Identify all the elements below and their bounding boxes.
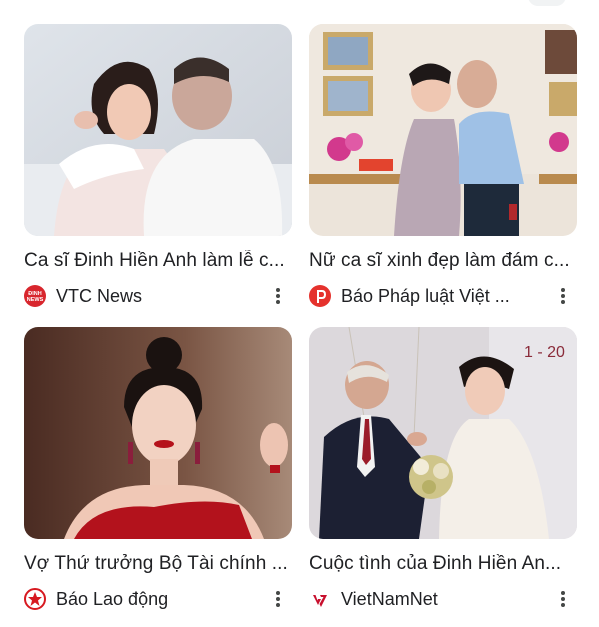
more-options-icon[interactable] <box>274 589 282 609</box>
news-thumbnail-portrait-red-dress[interactable] <box>24 327 292 539</box>
more-options-icon[interactable] <box>559 286 567 306</box>
news-title[interactable]: Nữ ca sĩ xinh đẹp làm đám c... <box>309 250 577 272</box>
top-chip[interactable] <box>528 0 566 6</box>
news-card[interactable]: Nữ ca sĩ xinh đẹp làm đám c... Báo Pháp … <box>309 24 577 308</box>
news-thumbnail-wedding-ring[interactable]: 1 - 20 <box>309 327 577 539</box>
bao-lao-dong-logo-icon <box>24 588 46 610</box>
vietnamnet-logo-icon <box>309 588 331 610</box>
news-thumbnail-wedding-embrace[interactable] <box>24 24 292 236</box>
news-results-grid: Ca sĩ Đinh Hiền Anh làm lễ c... ĐINH NEW… <box>0 0 599 627</box>
news-source-row: Báo Pháp luật Việt ... <box>309 284 577 308</box>
vtc-news-logo-icon: ĐINH NEWS <box>24 285 46 307</box>
news-source-name: Báo Lao động <box>56 588 169 609</box>
more-options-icon[interactable] <box>559 589 567 609</box>
news-card[interactable]: 1 - 20 Cuộc tình của Đinh Hiền An... Vie… <box>309 327 577 611</box>
svg-text:1 - 20: 1 - 20 <box>524 344 565 361</box>
news-source-name: Báo Pháp luật Việt ... <box>341 285 510 306</box>
news-source-name: VTC News <box>56 285 143 306</box>
news-card[interactable]: Vợ Thứ trưởng Bộ Tài chính ... Báo Lao đ… <box>24 327 292 611</box>
news-source-row: ĐINH NEWS VTC News <box>24 284 292 308</box>
news-title[interactable]: Ca sĩ Đinh Hiền Anh làm lễ c... <box>24 250 292 272</box>
more-options-icon[interactable] <box>274 286 282 306</box>
svg-text:NEWS: NEWS <box>27 297 44 303</box>
news-title[interactable]: Cuộc tình của Đinh Hiền An... <box>309 553 577 575</box>
bao-phap-luat-logo-icon <box>309 285 331 307</box>
news-title[interactable]: Vợ Thứ trưởng Bộ Tài chính ... <box>24 553 292 575</box>
news-source-row: VietNamNet <box>309 587 577 611</box>
news-card[interactable]: Ca sĩ Đinh Hiền Anh làm lễ c... ĐINH NEW… <box>24 24 292 308</box>
news-source-row: Báo Lao động <box>24 587 292 611</box>
news-thumbnail-wedding-kiss[interactable] <box>309 24 577 236</box>
news-source-name: VietNamNet <box>341 588 438 609</box>
